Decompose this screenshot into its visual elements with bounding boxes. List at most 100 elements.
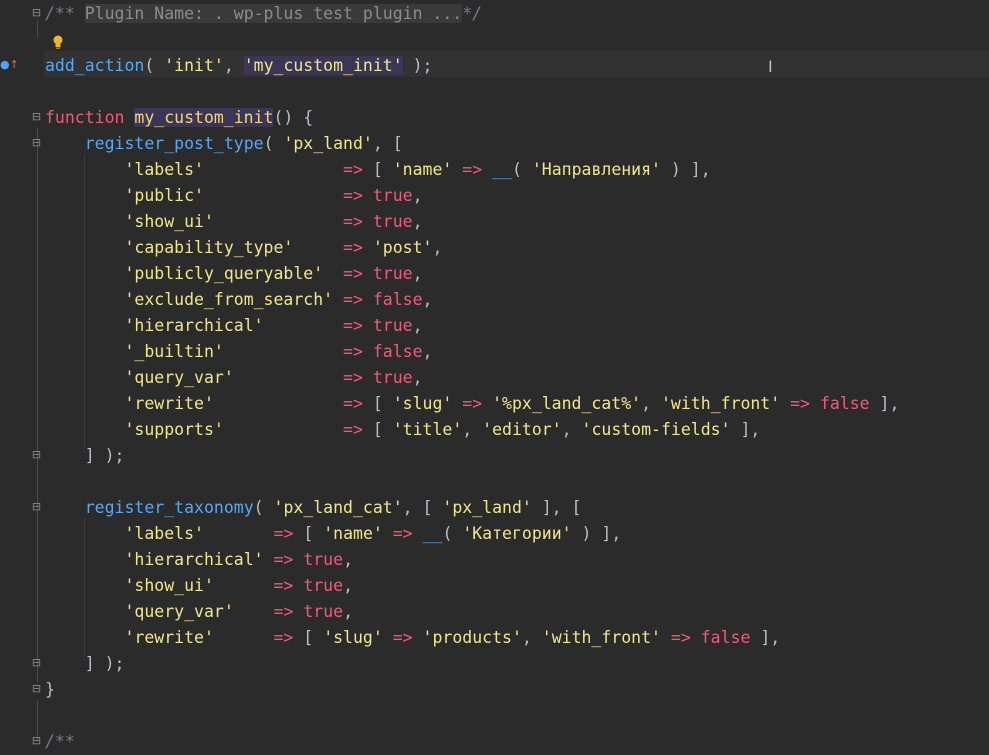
code-token: => — [462, 160, 483, 179]
code-line[interactable]: 'capability_type' => 'post', — [45, 235, 442, 261]
implementation-marker-icon[interactable]: ●↑ — [0, 57, 22, 73]
code-line[interactable]: 'publicly_queryable' => true, — [45, 261, 423, 287]
code-token: , — [412, 264, 423, 283]
code-line[interactable]: /** — [45, 729, 75, 755]
code-token: 'custom-fields' — [581, 420, 731, 439]
code-token: ( — [511, 160, 532, 179]
code-line[interactable]: add_action( 'init', 'my_custom_init' ); — [45, 53, 432, 79]
code-line[interactable]: ] ); — [45, 651, 125, 677]
code-line[interactable]: 'hierarchical' => true, — [45, 313, 422, 339]
code-token: true — [372, 212, 413, 231]
fold-end-icon[interactable]: ⊟ — [31, 449, 42, 460]
code-line[interactable]: 'supports' => [ 'title', 'editor', 'cust… — [45, 417, 760, 443]
code-token: ], — [730, 420, 761, 439]
fold-end-icon[interactable]: ⊟ — [31, 657, 42, 668]
code-token: , — [223, 56, 244, 75]
code-token: 'show_ui' — [124, 576, 214, 595]
code-token: 'exclude_from_search' — [124, 290, 334, 309]
code-line[interactable]: 'public' => true, — [45, 183, 423, 209]
code-line[interactable]: 'exclude_from_search' => false, — [45, 287, 432, 313]
code-line[interactable]: 'rewrite' => [ 'slug' => 'products', 'wi… — [45, 625, 780, 651]
code-token: , — [462, 420, 483, 439]
code-token: 'products' — [422, 628, 522, 647]
code-token: 'editor' — [482, 420, 562, 439]
code-line[interactable]: '_builtin' => false, — [45, 339, 432, 365]
code-token: '%px_land_cat%' — [492, 394, 642, 413]
code-token: true — [372, 316, 413, 335]
code-token: 'name' — [323, 524, 383, 543]
code-token: ( — [442, 524, 463, 543]
code-line[interactable]: 'query_var' => true, — [45, 365, 423, 391]
code-token: => — [343, 316, 363, 335]
code-token: , — [343, 602, 354, 621]
code-line[interactable]: 'hierarchical' => true, — [45, 547, 353, 573]
code-line[interactable]: register_taxonomy( 'px_land_cat', [ 'px_… — [45, 495, 582, 521]
code-token: ], — [869, 394, 900, 413]
code-token: __ — [422, 524, 443, 543]
code-token: /** — [45, 732, 75, 751]
code-token: add_action — [45, 56, 145, 75]
code-token: __ — [492, 160, 512, 179]
fold-collapse-icon[interactable]: ⊟ — [31, 501, 42, 512]
code-token: => — [343, 212, 363, 231]
fold-collapse-icon[interactable]: ⊟ — [31, 137, 42, 148]
code-token: => — [343, 238, 363, 257]
code-token: , — [412, 368, 423, 387]
code-token: /** — [45, 4, 85, 23]
code-line[interactable]: 'query_var' => true, — [45, 599, 353, 625]
fold-collapse-icon[interactable]: ⊟ — [31, 111, 42, 122]
code-token: ], — [750, 628, 781, 647]
code-line[interactable]: 'labels' => [ 'name' => __( 'Направления… — [45, 157, 710, 183]
code-line[interactable]: ] ); — [45, 443, 125, 469]
fold-end-icon[interactable]: ⊟ — [31, 683, 42, 694]
code-token: , — [343, 576, 353, 595]
code-token: , — [561, 420, 582, 439]
fold-collapse-icon[interactable]: ⊟ — [31, 735, 42, 746]
code-line[interactable]: 'rewrite' => [ 'slug' => '%px_land_cat%'… — [45, 391, 899, 417]
code-editor[interactable]: ⊟ ⊟ ⊟ ⊟ ⊟ ⊟ ⊟ ⊟ ●↑ /** Plugin Name: . wp… — [0, 0, 989, 751]
code-token: 'rewrite' — [124, 394, 214, 413]
fold-collapse-icon[interactable]: ⊟ — [31, 7, 42, 18]
code-line[interactable]: 'labels' => [ 'name' => __( 'Категории' … — [45, 521, 621, 547]
code-line[interactable]: 'show_ui' => true, — [45, 573, 353, 599]
code-line[interactable]: } — [45, 677, 55, 703]
lightbulb-icon[interactable] — [52, 34, 64, 50]
code-token: my_custom_init — [134, 108, 274, 127]
fold-guide — [37, 518, 38, 658]
code-line[interactable]: 'show_ui' => true, — [45, 209, 422, 235]
code-token: 'slug' — [392, 394, 453, 413]
code-line[interactable]: function my_custom_init() { — [45, 105, 313, 131]
code-token: ( — [263, 134, 284, 153]
fold-guide — [37, 154, 38, 450]
code-token: 'public' — [124, 186, 204, 205]
code-line[interactable]: /** Plugin Name: . wp-plus test plugin .… — [45, 1, 482, 27]
code-token: Plugin Name: . wp-plus test plugin ... — [84, 4, 463, 23]
code-line[interactable]: register_post_type( 'px_land', [ — [45, 131, 403, 157]
text-cursor-icon: I — [768, 57, 773, 76]
code-token: , — [412, 186, 423, 205]
code-token: 'Категории' — [462, 524, 572, 543]
